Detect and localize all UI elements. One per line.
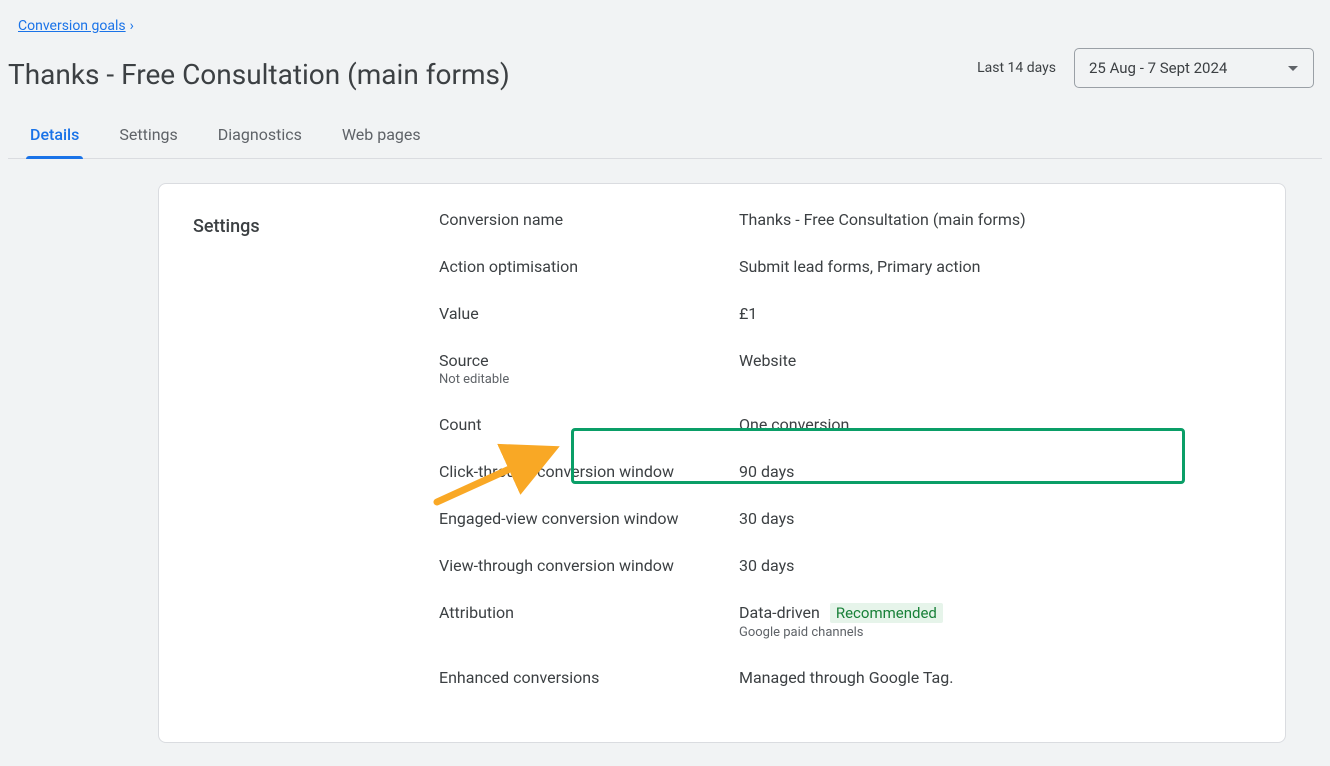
row-value-conversion-name: Thanks - Free Consultation (main forms)	[739, 210, 1255, 229]
date-range-value: 25 Aug - 7 Sept 2024	[1089, 59, 1227, 77]
card-section-title: Settings	[193, 216, 439, 237]
row-value-attribution-text: Data-driven	[739, 603, 820, 622]
row-value-vt-window: 30 days	[739, 556, 1255, 575]
row-label-enhanced: Enhanced conversions	[439, 668, 739, 687]
row-label-vt-window: View-through conversion window	[439, 556, 739, 575]
row-value-count: One conversion	[739, 415, 1255, 434]
row-label-value: Value	[439, 304, 739, 323]
row-value-value: £1	[739, 304, 1255, 323]
row-value-ctc-window: 90 days	[739, 462, 1255, 481]
row-label-source: Source Not editable	[439, 351, 739, 387]
row-subvalue-attribution: Google paid channels	[739, 625, 1255, 640]
row-value-source: Website	[739, 351, 1255, 370]
tab-details[interactable]: Details	[30, 117, 79, 158]
date-range-label: Last 14 days	[977, 60, 1056, 76]
settings-card: Settings Conversion name Thanks - Free C…	[158, 183, 1286, 743]
date-range-picker[interactable]: 25 Aug - 7 Sept 2024	[1074, 48, 1314, 88]
caret-down-icon	[1287, 59, 1299, 77]
row-label-attribution: Attribution	[439, 603, 739, 622]
tab-settings[interactable]: Settings	[119, 117, 177, 158]
row-value-action-optimisation: Submit lead forms, Primary action	[739, 257, 1255, 276]
row-label-source-text: Source	[439, 351, 489, 370]
row-label-count: Count	[439, 415, 739, 434]
row-label-ev-window: Engaged-view conversion window	[439, 509, 739, 528]
row-value-ev-window: 30 days	[739, 509, 1255, 528]
tab-web-pages[interactable]: Web pages	[342, 117, 421, 158]
page-title: Thanks - Free Consultation (main forms)	[8, 58, 510, 91]
tabs: Details Settings Diagnostics Web pages	[8, 117, 1322, 159]
breadcrumb: Conversion goals ›	[18, 18, 134, 34]
row-sublabel-source: Not editable	[439, 372, 739, 387]
breadcrumb-back-link[interactable]: Conversion goals	[18, 18, 126, 34]
badge-recommended: Recommended	[830, 603, 943, 623]
settings-grid: Conversion name Thanks - Free Consultati…	[439, 210, 1255, 687]
row-label-ctc-window: Click-through conversion window	[439, 462, 739, 481]
row-value-enhanced: Managed through Google Tag.	[739, 668, 1255, 687]
row-label-action-optimisation: Action optimisation	[439, 257, 739, 276]
row-value-attribution: Data-driven Recommended Google paid chan…	[739, 603, 1255, 640]
row-label-conversion-name: Conversion name	[439, 210, 739, 229]
tab-diagnostics[interactable]: Diagnostics	[218, 117, 302, 158]
chevron-right-icon: ›	[130, 18, 134, 34]
